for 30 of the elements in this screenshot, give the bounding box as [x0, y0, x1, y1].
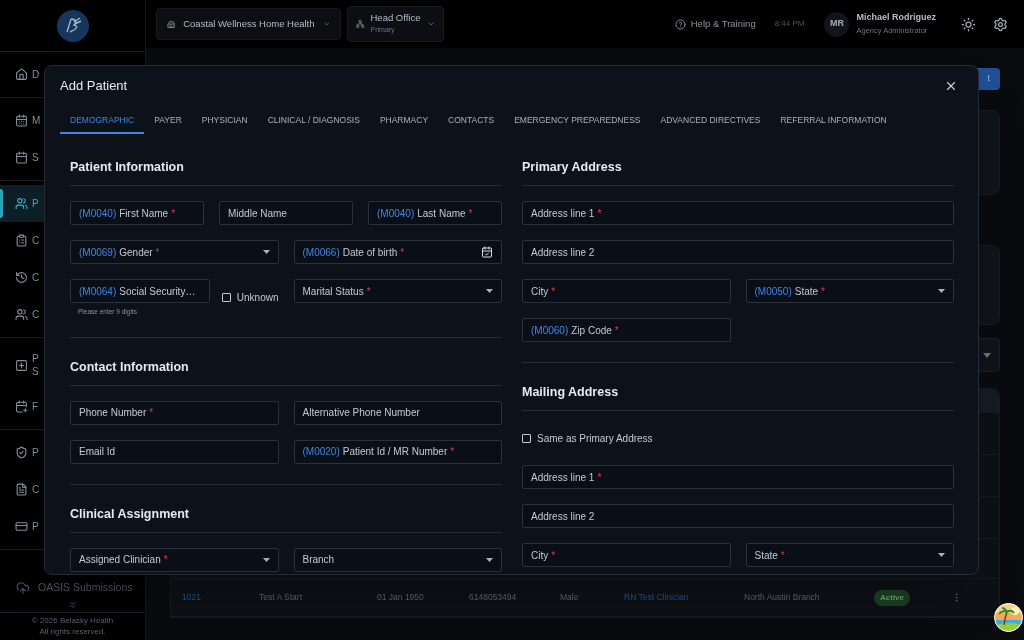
clock-time: 8:44 PM	[774, 18, 805, 30]
table-cell-text: Male	[560, 591, 580, 604]
sidebar-label: C	[32, 483, 40, 496]
sidebar-label: C	[32, 308, 40, 321]
sidebar-label: P	[32, 446, 39, 459]
copyright-text: © 2026 Belasky Health	[31, 615, 114, 626]
section-heading: Clinical Assignment	[70, 506, 189, 521]
section-heading: Patient Information	[70, 160, 184, 174]
table-cell-text: Test A Start	[259, 591, 303, 604]
section-heading: Mailing Address	[522, 385, 619, 399]
sidebar-label: F	[32, 400, 39, 413]
sidebar-label: OASIS Submissions	[38, 580, 133, 596]
sidebar-label: C	[32, 271, 40, 284]
dialog-title: Add Patient	[60, 77, 128, 96]
table-cell-text: North Austin Branch	[744, 591, 821, 604]
user-name: Michael Rodriguez	[856, 11, 936, 24]
sidebar-label: M	[32, 114, 41, 127]
section-heading: Primary Address	[522, 160, 622, 174]
status-badge: Active	[874, 589, 910, 606]
table-cell-text: 01 Jan 1950	[377, 591, 425, 604]
section-heading: Contact Information	[70, 359, 189, 374]
sidebar-label: P	[32, 520, 39, 533]
sidebar-label: P	[32, 352, 39, 365]
sidebar-label: S	[32, 365, 39, 378]
sidebar-label: S	[32, 151, 39, 164]
table-cell-text: 6148053494	[469, 591, 518, 604]
sidebar-label: P	[32, 197, 39, 210]
sidebar-label: C	[32, 234, 40, 247]
rights-text: All rights reserved.	[39, 626, 106, 637]
sidebar-label: D	[32, 68, 40, 81]
